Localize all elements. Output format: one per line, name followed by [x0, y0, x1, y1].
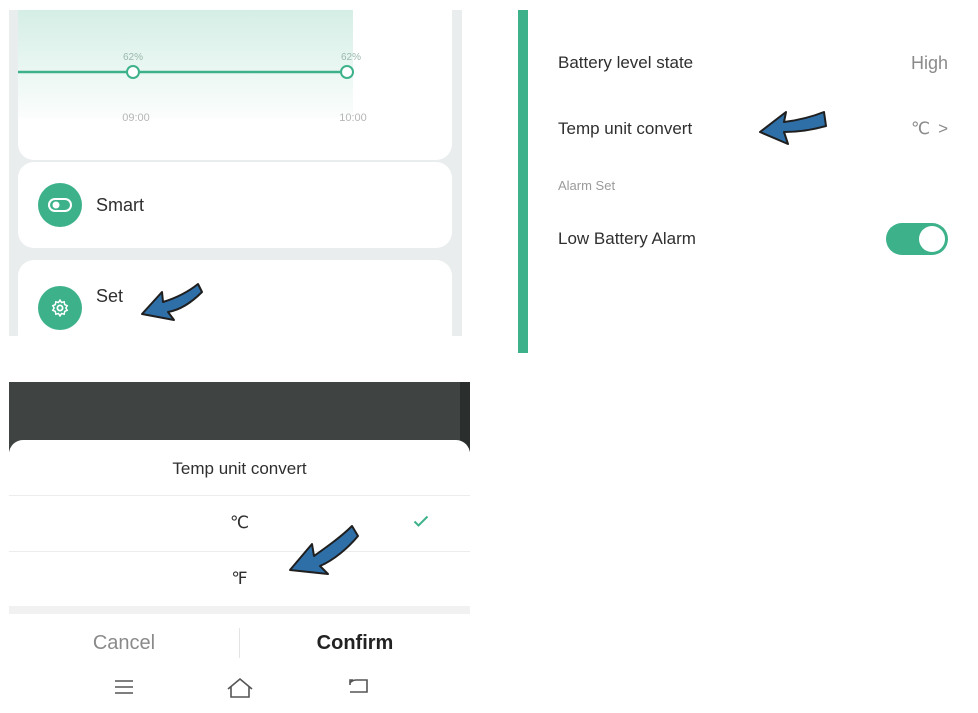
check-icon: [413, 515, 429, 527]
sheet-button-row: Cancel Confirm: [9, 614, 470, 672]
battery-level-value: High: [910, 52, 948, 73]
chart-point: [126, 65, 140, 79]
gear-icon: [38, 286, 82, 330]
alarm-section-label: Alarm Set: [558, 177, 616, 193]
battery-chart-card: 62% 62% 09:00 10:00: [18, 10, 452, 160]
sheet-title: Temp unit convert: [172, 459, 307, 478]
temp-unit-label: Temp unit convert: [558, 119, 693, 138]
temp-unit-value: ℃: [910, 119, 931, 138]
temp-unit-row[interactable]: Temp unit convert ℃ >: [558, 114, 948, 144]
low-battery-alarm-row: Low Battery Alarm: [558, 222, 948, 256]
smart-button[interactable]: Smart: [18, 162, 452, 248]
chart-data-label: 62%: [123, 52, 143, 63]
alarm-section-header: Alarm Set: [558, 175, 948, 195]
confirm-button[interactable]: Confirm: [240, 614, 470, 672]
sheet-separator: [9, 606, 470, 614]
set-label: Set: [96, 286, 124, 306]
home-icon[interactable]: [225, 676, 255, 700]
battery-chart: 62% 62% 09:00 10:00: [18, 10, 367, 124]
chart-point: [340, 65, 354, 79]
low-battery-alarm-toggle[interactable]: [886, 223, 948, 255]
option-fahrenheit[interactable]: ℉: [9, 553, 470, 605]
chevron-right-icon: >: [938, 119, 948, 138]
battery-level-row: Battery level state High: [558, 48, 948, 78]
system-nav-bar: [9, 672, 470, 713]
option-celsius-label: ℃: [229, 513, 250, 532]
annotation-arrow-icon: [759, 111, 827, 145]
settings-screen: Battery level state High Temp unit conve…: [518, 10, 978, 353]
annotation-arrow-icon: [289, 525, 359, 575]
temp-unit-modal-screen: Temp unit convert ℃ ℉ Cancel Confirm: [9, 382, 470, 713]
menu-icon[interactable]: [113, 676, 135, 698]
toggle-knob: [919, 226, 945, 252]
chart-time-label: 10:00: [339, 112, 367, 124]
set-button[interactable]: Set: [18, 260, 452, 336]
toggle-icon: [38, 183, 82, 227]
annotation-arrow-icon: [141, 283, 203, 321]
back-icon[interactable]: [347, 676, 373, 698]
chart-area-fill: [18, 10, 353, 118]
chart-time-label: 09:00: [122, 112, 150, 124]
battery-level-label: Battery level state: [558, 53, 694, 72]
option-celsius[interactable]: ℃: [9, 497, 470, 549]
cancel-button[interactable]: Cancel: [9, 614, 239, 672]
temp-unit-value-group: ℃ >: [911, 119, 948, 139]
home-screen: 62% 62% 09:00 10:00 Smart Set: [9, 10, 462, 336]
accent-bar: [518, 10, 528, 353]
low-battery-alarm-label: Low Battery Alarm: [558, 229, 696, 248]
smart-label: Smart: [96, 194, 145, 215]
chart-data-label: 62%: [341, 52, 361, 63]
temp-unit-sheet: Temp unit convert ℃ ℉ Cancel Confirm: [9, 440, 470, 713]
option-fahrenheit-label: ℉: [231, 569, 248, 588]
divider: [9, 551, 470, 552]
divider: [9, 495, 470, 496]
